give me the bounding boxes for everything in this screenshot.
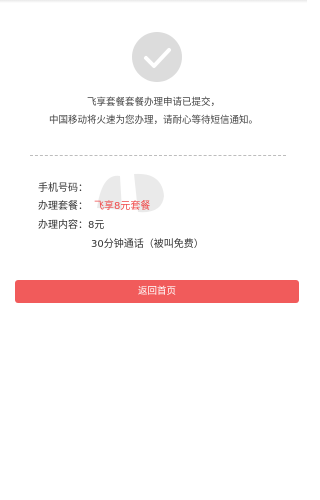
- content-label: 办理内容：: [38, 220, 88, 231]
- package-label: 办理套餐：: [38, 201, 88, 212]
- content-value: 8元: [88, 220, 105, 231]
- status-message-line-1: 飞享套餐套餐办理申请已提交，: [86, 97, 220, 108]
- phone-row: 手机号码：: [38, 182, 88, 196]
- dashed-divider: [30, 155, 286, 156]
- content-extra: 30分钟通话（被叫免费）: [91, 239, 204, 250]
- return-home-button[interactable]: 返回首页: [15, 280, 299, 303]
- package-row: 办理套餐： 飞享8元套餐: [38, 200, 150, 214]
- phone-label: 手机号码：: [38, 183, 88, 194]
- package-value: 飞享8元套餐: [94, 201, 151, 212]
- top-shadow: [0, 0, 307, 3]
- status-message-line-2: 中国移动将火速为您办理，请耐心等待短信通知。: [48, 115, 258, 126]
- success-check-icon: [132, 32, 182, 82]
- content-row: 办理内容：8元: [38, 219, 104, 233]
